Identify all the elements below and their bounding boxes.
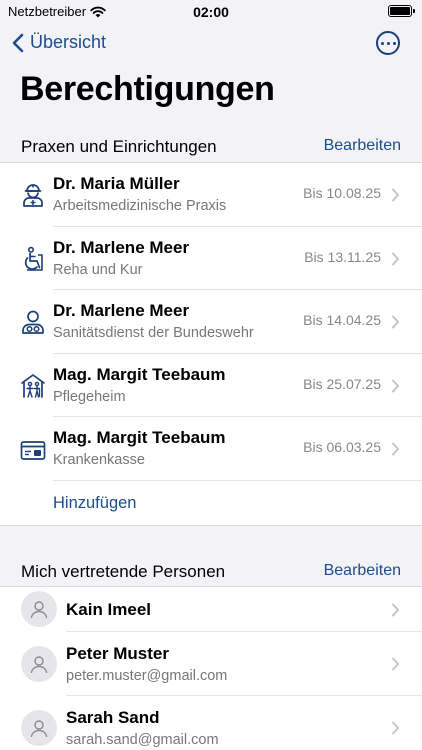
practice-type: Arbeitsmedizinische Praxis (53, 198, 227, 214)
avatar (21, 591, 57, 627)
military-medical-icon (22, 310, 44, 334)
practice-row[interactable]: Mag. Margit Teebaum Krankenkasse Bis 06.… (0, 417, 422, 481)
practice-type: Reha und Kur (53, 261, 143, 278)
person-icon (30, 719, 48, 737)
back-button[interactable]: Übersicht (12, 32, 106, 53)
practices-section-title: Praxen und Einrichtungen (21, 137, 217, 156)
person-name: Kain Imeel (66, 600, 152, 619)
add-practice-button[interactable]: Hinzufügen (53, 494, 136, 513)
more-options-button[interactable] (376, 31, 400, 55)
more-icon-dot (380, 41, 384, 45)
practice-type: Krankenkasse (53, 452, 145, 468)
practice-row[interactable]: Dr. Marlene Meer Sanitätsdienst der Bund… (0, 290, 422, 354)
chevron-right-icon (392, 442, 399, 456)
practice-name: Mag. Margit Teebaum (53, 364, 226, 384)
status-time: 02:00 (193, 4, 229, 20)
battery-level (390, 7, 410, 15)
more-icon-dot (392, 41, 396, 45)
person-name: Peter Muster (66, 644, 169, 663)
chevron-left-icon (12, 33, 24, 52)
occupational-medicine-icon (23, 184, 43, 207)
representatives-edit-button[interactable]: Bearbeiten (324, 562, 401, 580)
person-row[interactable]: Kain Imeel (0, 587, 422, 632)
more-icon-dot (386, 41, 390, 45)
representatives-list: Kain Imeel Peter Muster peter.muster@gma… (0, 586, 422, 750)
avatar (21, 709, 57, 746)
practices-list: Dr. Maria Müller Arbeitsmedizinische Pra… (0, 162, 422, 526)
valid-until: Bis 10.08.25 (303, 185, 381, 201)
representatives-section-title: Mich vertretende Personen (21, 562, 226, 581)
practice-row[interactable]: Mag. Margit Teebaum Pflegeheim Bis 25.07… (0, 354, 422, 418)
chevron-right-icon (392, 252, 399, 265)
representatives-section-header: Mich vertretende Personen Bearbeiten (0, 562, 422, 588)
valid-until: Bis 06.03.25 (303, 439, 381, 455)
valid-until: Bis 25.07.25 (303, 375, 381, 392)
status-bar: Netzbetreiber 02:00 (0, 0, 422, 24)
chevron-right-icon (392, 188, 399, 202)
person-email: sarah.sand@gmail.com (66, 731, 219, 748)
person-row[interactable]: Sarah Sand sarah.sand@gmail.com (0, 696, 422, 750)
practice-name: Dr. Marlene Meer (53, 237, 190, 257)
rehabilitation-icon (24, 246, 43, 271)
person-name: Sarah Sand (66, 707, 160, 727)
chevron-right-icon (392, 315, 399, 329)
valid-until: Bis 13.11.25 (304, 248, 381, 265)
practices-edit-button[interactable]: Bearbeiten (324, 137, 401, 155)
nursing-home-icon (21, 373, 45, 398)
practice-name: Dr. Marlene Meer (53, 301, 190, 320)
chevron-right-icon (392, 603, 399, 617)
practice-type: Pflegeheim (53, 388, 126, 405)
health-insurance-card-icon (20, 441, 46, 460)
valid-until: Bis 14.04.25 (303, 312, 381, 328)
practice-row[interactable]: Dr. Maria Müller Arbeitsmedizinische Pra… (0, 163, 422, 227)
practices-section-header: Praxen und Einrichtungen Bearbeiten (0, 137, 422, 163)
person-email: peter.muster@gmail.com (66, 668, 228, 684)
person-row[interactable]: Peter Muster peter.muster@gmail.com (0, 632, 422, 696)
practice-name: Dr. Maria Müller (53, 174, 180, 193)
add-practice-row: Hinzufügen (0, 481, 422, 525)
page-title: Berechtigungen (20, 70, 275, 108)
chevron-right-icon (392, 379, 399, 392)
practice-type: Sanitätsdienst der Bundeswehr (53, 325, 254, 341)
practice-row[interactable]: Dr. Marlene Meer Reha und Kur Bis 13.11.… (0, 227, 422, 291)
avatar (21, 646, 57, 682)
back-label: Übersicht (30, 32, 107, 52)
chevron-right-icon (392, 721, 399, 734)
battery-icon (388, 5, 415, 17)
person-icon (30, 601, 48, 619)
navigation-bar: Übersicht (0, 28, 422, 60)
chevron-right-icon (392, 657, 399, 671)
person-icon (30, 656, 48, 674)
battery-cap (413, 9, 415, 13)
practice-name: Mag. Margit Teebaum (53, 428, 226, 447)
